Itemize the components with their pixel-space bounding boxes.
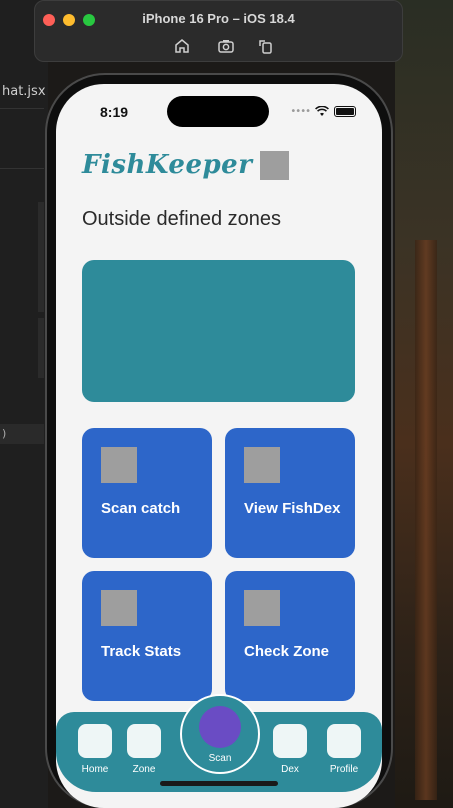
logo-image-placeholder <box>260 150 290 180</box>
rotate-icon[interactable] <box>257 37 275 55</box>
track-stats-tile[interactable]: Track Stats <box>82 571 212 701</box>
signal-dots-icon: •••• <box>290 105 311 117</box>
scan-catch-tile[interactable]: Scan catch <box>82 428 212 558</box>
tile-label: Track Stats <box>101 643 182 660</box>
tab-label: Zone <box>132 764 156 775</box>
editor-file-tab[interactable]: hat.jsx <box>0 80 46 104</box>
tile-label: View FishDex <box>244 500 341 517</box>
tab-label: Home <box>81 764 109 775</box>
check-zone-tile[interactable]: Check Zone <box>225 571 355 701</box>
status-time: 8:19 <box>100 104 129 120</box>
tab-dex[interactable]: Dex <box>270 724 310 775</box>
simulator-title: iPhone 16 Pro – iOS 18.4 <box>142 11 295 26</box>
zone-tab-icon <box>127 724 161 758</box>
tab-label: Dex <box>281 764 299 775</box>
tile-image-placeholder <box>244 590 280 626</box>
simulator-toolbar <box>35 37 402 55</box>
tab-label: Profile <box>329 764 359 775</box>
tab-home[interactable]: Home <box>75 724 115 775</box>
editor-gutter-mark <box>38 318 44 378</box>
simulator-title-bar: iPhone 16 Pro – iOS 18.4 <box>34 0 403 62</box>
home-tab-icon <box>78 724 112 758</box>
home-icon[interactable] <box>173 37 191 55</box>
desktop-wallpaper <box>395 0 453 808</box>
editor-gutter-mark <box>38 252 44 312</box>
view-fishdex-tile[interactable]: View FishDex <box>225 428 355 558</box>
editor-status-strip: ) <box>0 424 44 444</box>
profile-tab-icon <box>327 724 361 758</box>
tab-label: Scan <box>208 753 232 764</box>
home-indicator[interactable] <box>160 781 278 786</box>
tile-label: Check Zone <box>244 643 330 660</box>
tile-image-placeholder <box>101 590 137 626</box>
scan-tab-button[interactable]: Scan <box>180 694 260 774</box>
wifi-icon <box>315 105 329 117</box>
phone-screen: 8:19 •••• FishKeeper Outside defined zon… <box>56 84 382 808</box>
dynamic-island <box>167 96 269 127</box>
status-icons: •••• <box>290 105 356 117</box>
zone-status-heading: Outside defined zones <box>82 208 282 230</box>
screenshot-icon[interactable] <box>217 37 235 55</box>
battery-icon <box>334 105 356 117</box>
desktop-editor-background <box>0 0 48 808</box>
app-header: FishKeeper <box>82 148 290 182</box>
tab-profile[interactable]: Profile <box>324 724 364 775</box>
zone-map-panel[interactable] <box>82 260 355 402</box>
scan-icon <box>199 706 241 748</box>
dex-tab-icon <box>273 724 307 758</box>
tab-zone[interactable]: Zone <box>124 724 164 775</box>
editor-divider <box>0 108 44 109</box>
app-logo-text: FishKeeper <box>82 150 253 180</box>
tile-label: Scan catch <box>101 500 181 517</box>
tile-image-placeholder <box>244 447 280 483</box>
tile-image-placeholder <box>101 447 137 483</box>
editor-divider <box>0 168 44 169</box>
wallpaper-tree-trunk <box>415 240 437 800</box>
